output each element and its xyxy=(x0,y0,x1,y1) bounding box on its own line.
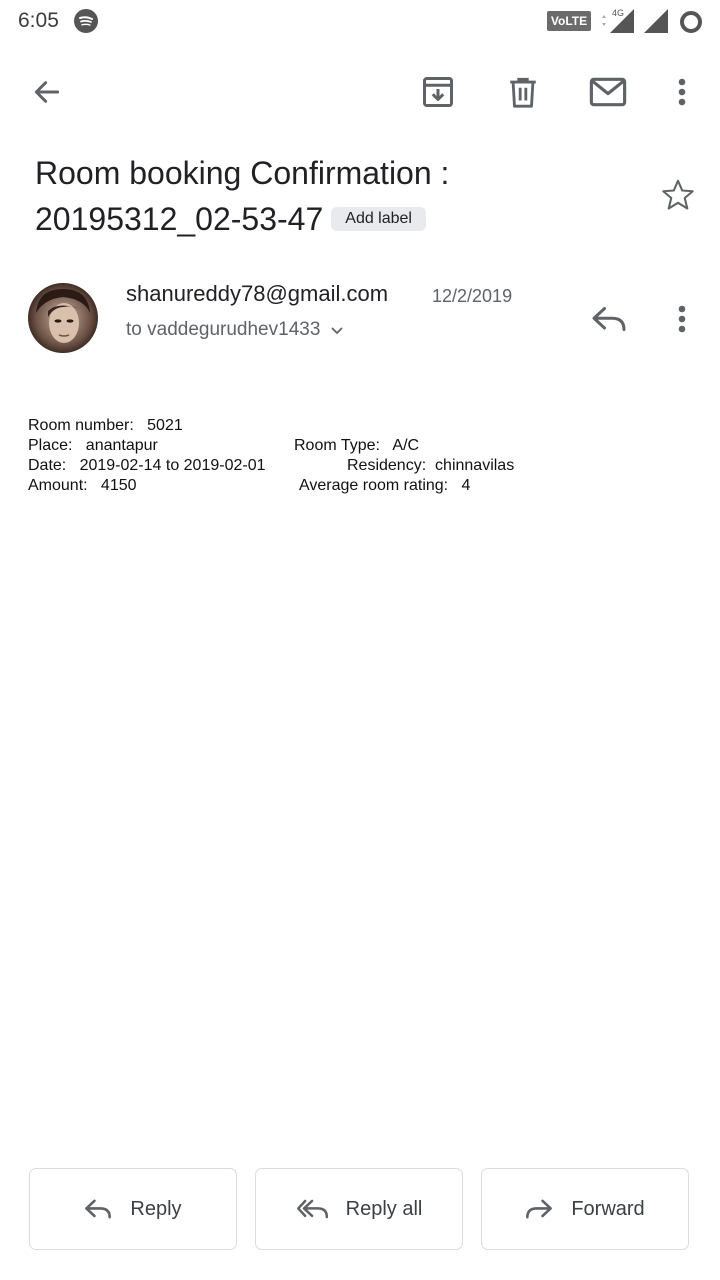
email-date: 12/2/2019 xyxy=(432,286,513,306)
subject-line-2: 20195312_02-53-47 xyxy=(35,201,324,237)
archive-button[interactable] xyxy=(414,68,462,116)
mark-unread-button[interactable] xyxy=(584,68,632,116)
back-arrow-icon xyxy=(34,81,60,103)
star-button[interactable] xyxy=(656,173,700,217)
star-outline-icon xyxy=(662,179,694,210)
overflow-menu-button[interactable] xyxy=(660,68,704,116)
back-button[interactable] xyxy=(24,70,70,114)
add-label-chip[interactable]: Add label xyxy=(331,207,426,231)
battery-ring-icon xyxy=(680,11,702,33)
body-residency: Residency: chinnavilas xyxy=(347,457,515,474)
recipients-text: to vaddegurudhev1433 xyxy=(126,319,321,340)
reply-icon xyxy=(592,307,626,331)
volte-badge: VoLTE xyxy=(547,11,591,31)
signal-icon xyxy=(644,9,668,33)
body-amount: Amount: 4150 xyxy=(28,477,137,494)
status-icons: 4G xyxy=(602,8,702,33)
mail-unread-icon xyxy=(589,77,627,107)
status-time: 6:05 xyxy=(18,9,59,32)
message-more-button[interactable] xyxy=(660,296,704,342)
body-date: Date: 2019-02-14 to 2019-02-01 xyxy=(28,457,266,474)
reply-all-label: Reply all xyxy=(345,1197,423,1220)
chevron-down-icon xyxy=(331,327,343,334)
subject-line-1: Room booking Confirmation : xyxy=(35,155,450,191)
reply-icon xyxy=(85,1199,112,1219)
sender-avatar[interactable] xyxy=(28,283,98,353)
forward-button[interactable]: Forward xyxy=(481,1168,689,1250)
reply-all-icon xyxy=(296,1199,328,1219)
network-type-label: 4G xyxy=(612,8,624,18)
more-vert-icon xyxy=(678,305,686,333)
reply-button[interactable]: Reply xyxy=(29,1168,237,1250)
spotify-icon xyxy=(74,9,98,33)
quick-reply-button[interactable] xyxy=(586,296,632,342)
more-vert-icon xyxy=(678,78,686,106)
reply-label: Reply xyxy=(130,1197,182,1220)
delete-icon xyxy=(510,77,536,108)
archive-icon xyxy=(423,77,453,107)
sender-email: shanureddy78@gmail.com xyxy=(126,281,389,306)
data-arrows-icon xyxy=(602,15,606,26)
delete-button[interactable] xyxy=(499,68,547,116)
body-rating: Average room rating: 4 xyxy=(299,477,471,494)
reply-all-button[interactable]: Reply all xyxy=(255,1168,463,1250)
body-room-number: Room number: 5021 xyxy=(28,417,183,434)
recipients-toggle[interactable]: to vaddegurudhev1433 xyxy=(126,319,346,341)
body-room-type: Room Type: A/C xyxy=(294,437,420,454)
forward-icon xyxy=(526,1199,553,1219)
email-subject: Room booking Confirmation : 20195312_02-… xyxy=(35,150,635,242)
forward-label: Forward xyxy=(571,1197,645,1220)
avatar-image xyxy=(28,283,98,353)
body-place: Place: anantapur xyxy=(28,437,158,454)
